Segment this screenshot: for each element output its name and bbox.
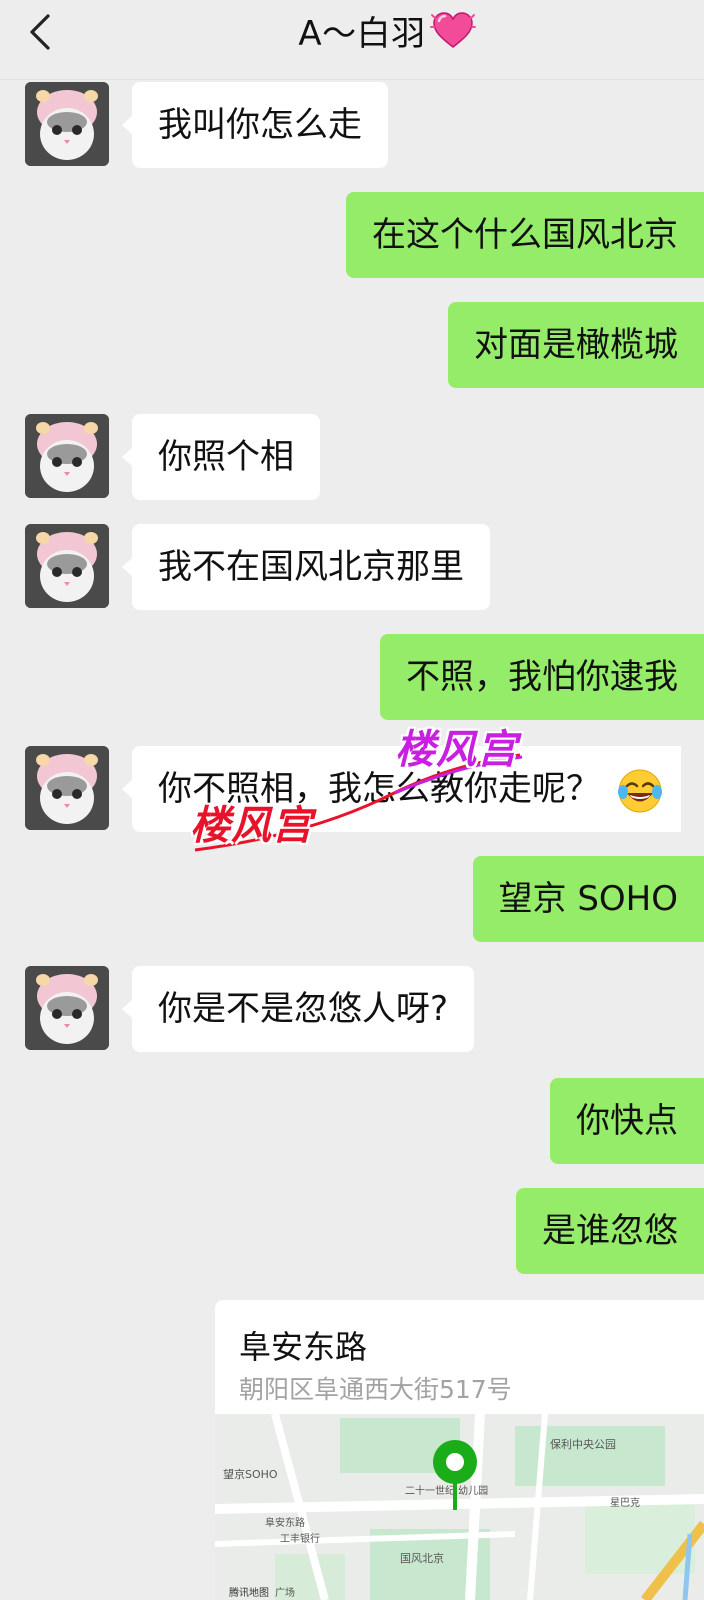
chat-header: A～白羽 — [0, 0, 704, 80]
message-text: 我叫你怎么走 — [158, 105, 362, 145]
contact-avatar[interactable] — [25, 82, 109, 166]
map-label: 工丰银行 — [280, 1532, 320, 1545]
message-bubble-incoming[interactable]: 你是不是忽悠人呀? — [121, 966, 475, 1052]
message-text: 在这个什么国风北京 — [372, 215, 678, 255]
map-label: 望京SOHO — [223, 1467, 278, 1481]
map-label: 保利中央公园 — [550, 1437, 616, 1451]
message-bubble-incoming[interactable]: 我叫你怎么走 — [122, 82, 388, 168]
message-text: 你不照相，我怎么教你走呢？ — [158, 769, 600, 809]
message-bubble-incoming[interactable]: 你照个相 — [122, 414, 320, 500]
map-label: 广场 — [275, 1586, 295, 1599]
message-text: 你照个相 — [158, 437, 294, 477]
message-bubble-incoming[interactable]: 你不照相，我怎么教你走呢？ — [122, 746, 681, 832]
message-bubble-outgoing[interactable]: 是谁忽悠 — [516, 1188, 704, 1274]
location-name: 阜安东路 — [239, 1328, 368, 1366]
message-text: 你是不是忽悠人呀? — [158, 989, 449, 1029]
contact-avatar[interactable] — [25, 966, 109, 1050]
message-text: 是谁忽悠 — [542, 1211, 678, 1251]
message-bubble-outgoing[interactable]: 望京 SOHO — [472, 856, 704, 942]
message-bubble-outgoing[interactable]: 你快点 — [550, 1078, 704, 1164]
message-bubble-outgoing[interactable]: 在这个什么国风北京 — [346, 192, 704, 278]
contact-avatar[interactable] — [25, 414, 109, 498]
map-label: 阜安东路 — [265, 1516, 305, 1529]
location-address: 朝阳区阜通西大街517号 — [239, 1375, 512, 1404]
message-text: 我不在国风北京那里 — [158, 547, 464, 587]
laughing-tears-icon — [617, 769, 662, 812]
location-map[interactable]: 望京SOHO 保利中央公园 二十一世纪 幼儿园 国风北京 星巴克 工丰银行 阜安… — [215, 1414, 704, 1600]
map-provider-label: 腾讯地图 — [229, 1586, 269, 1599]
message-text: 望京 SOHO — [498, 879, 678, 919]
message-text: 你快点 — [576, 1101, 678, 1141]
heart-emoji-icon — [429, 12, 476, 48]
map-label: 二十一世纪 幼儿园 — [405, 1484, 488, 1497]
chat-title[interactable]: A～白羽 — [298, 6, 425, 55]
message-bubble-outgoing[interactable]: 不照，我怕你逮我 — [380, 634, 704, 720]
message-text: 不照，我怕你逮我 — [406, 657, 678, 697]
message-bubble-incoming[interactable]: 我不在国风北京那里 — [122, 524, 490, 610]
contact-avatar[interactable] — [25, 746, 109, 830]
message-bubble-outgoing[interactable]: 对面是橄榄城 — [448, 302, 704, 388]
map-label: 星巴克 — [610, 1497, 640, 1509]
contact-avatar[interactable] — [25, 524, 109, 608]
message-text: 对面是橄榄城 — [474, 325, 678, 365]
map-label: 国风北京 — [400, 1551, 444, 1565]
location-message-card[interactable]: 阜安东路 朝阳区阜通西大街517号 望京SOHO 保利中央公园 二十一世纪 幼儿… — [215, 1300, 704, 1600]
